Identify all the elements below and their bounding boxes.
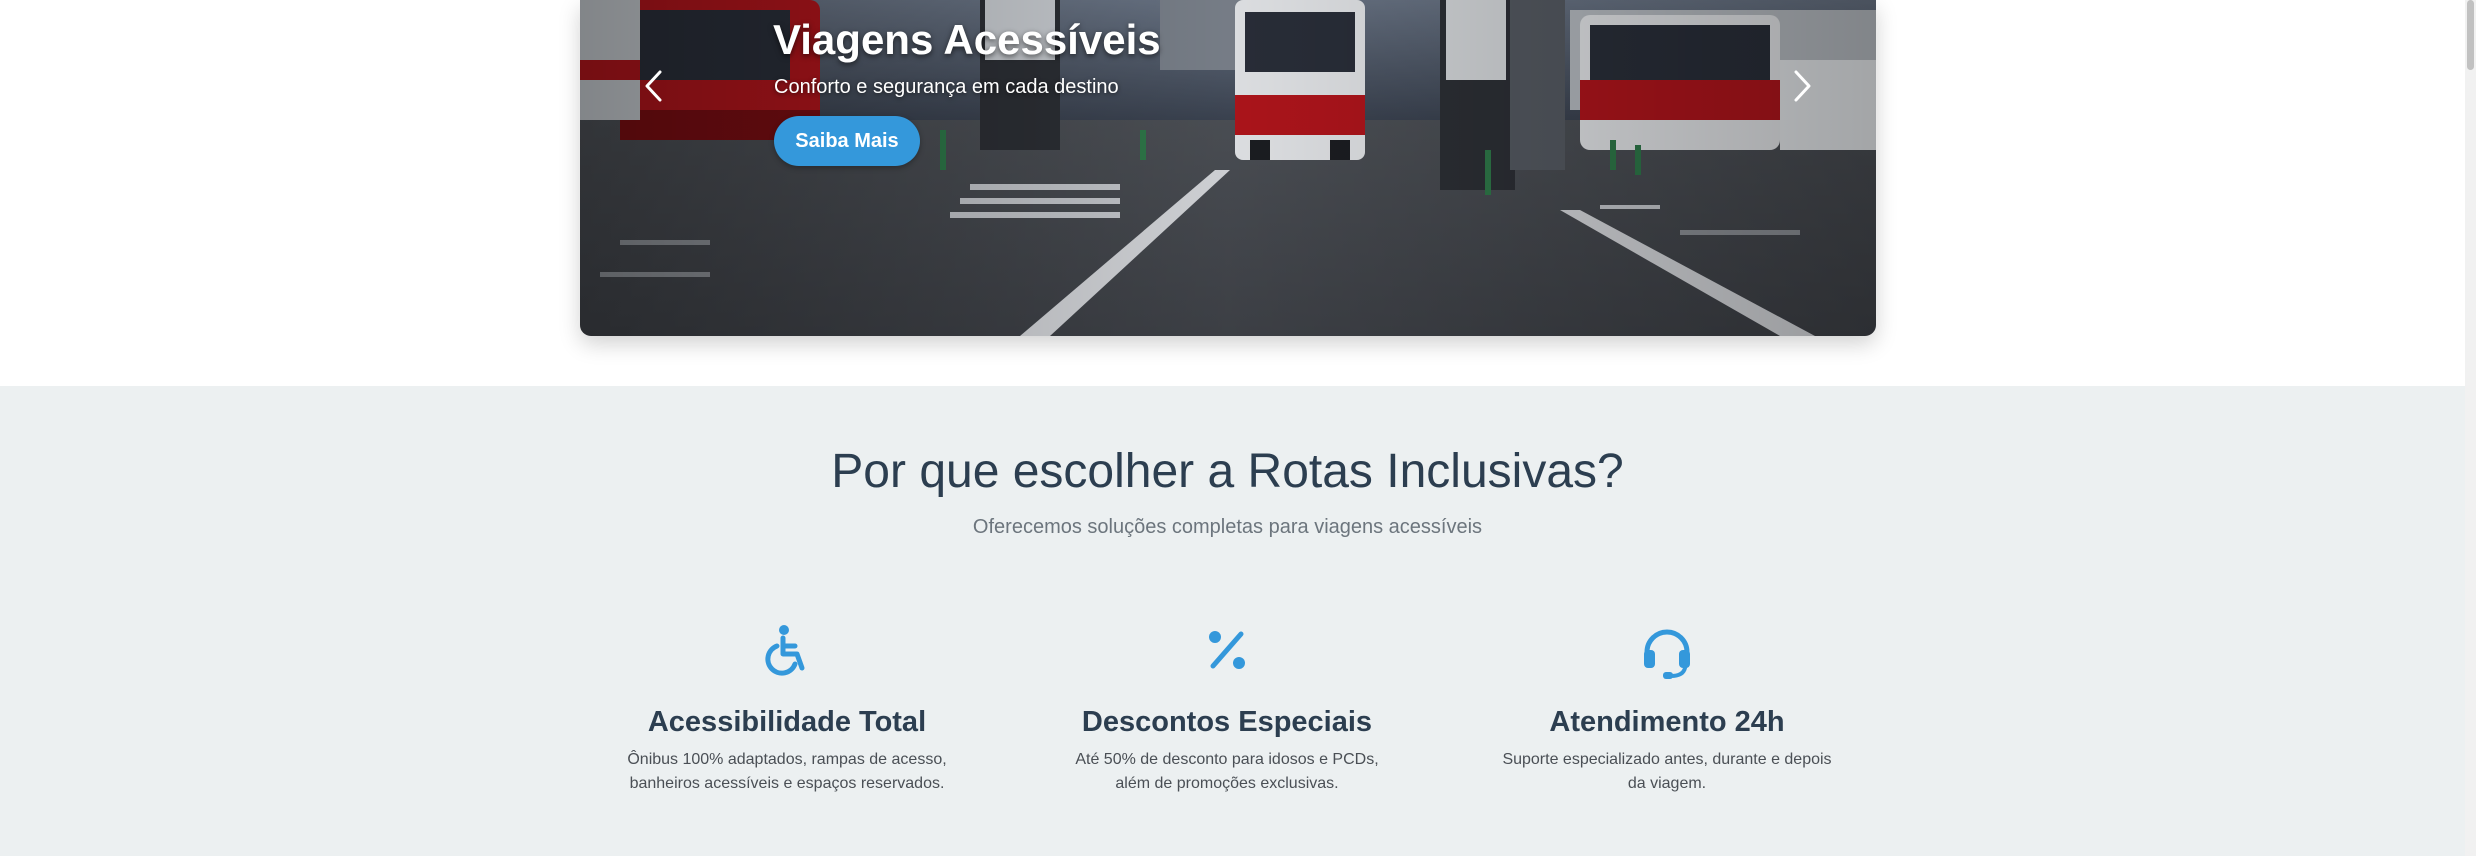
page-scrollbar[interactable] bbox=[2465, 0, 2476, 856]
feature-card-accessibility: Acessibilidade Total Ônibus 100% adaptad… bbox=[587, 620, 987, 796]
chevron-left-icon bbox=[645, 70, 662, 102]
hero-title: Viagens Acessíveis bbox=[773, 16, 1161, 63]
feature-card-support: Atendimento 24h Suporte especializado an… bbox=[1467, 620, 1867, 796]
hero-section: Viagens Acessíveis Conforto e segurança … bbox=[0, 0, 2465, 386]
scrollbar-thumb[interactable] bbox=[2467, 0, 2474, 70]
feature-description: Até 50% de desconto para idosos e PCDs, … bbox=[1075, 751, 1379, 792]
hero-caption: Viagens Acessíveis Conforto e segurança … bbox=[773, 12, 1161, 166]
feature-description: Suporte especializado antes, durante e d… bbox=[1502, 751, 1832, 792]
feature-card-discounts: Descontos Especiais Até 50% de desconto … bbox=[1027, 620, 1427, 796]
headset-icon bbox=[1644, 629, 1690, 679]
features-title: Por que escolher a Rotas Inclusivas? bbox=[831, 445, 1624, 498]
carousel-prev-button[interactable] bbox=[624, 56, 684, 116]
wheelchair-icon bbox=[765, 625, 805, 676]
feature-title: Acessibilidade Total bbox=[647, 706, 927, 738]
feature-title: Descontos Especiais bbox=[1081, 706, 1373, 738]
features-subtitle: Oferecemos soluções completas para viage… bbox=[972, 516, 1483, 538]
hero-carousel: Viagens Acessíveis Conforto e segurança … bbox=[580, 0, 1876, 336]
feature-description: Ônibus 100% adaptados, rampas de acesso,… bbox=[627, 751, 947, 792]
chevron-right-icon bbox=[1794, 70, 1811, 102]
percent-icon bbox=[1209, 631, 1245, 669]
learn-more-button[interactable]: Saiba Mais bbox=[774, 116, 920, 166]
page: Viagens Acessíveis Conforto e segurança … bbox=[0, 0, 2465, 856]
carousel-next-button[interactable] bbox=[1772, 56, 1832, 116]
hero-subtitle: Conforto e segurança em cada destino bbox=[774, 76, 1119, 98]
feature-title: Atendimento 24h bbox=[1549, 706, 1785, 738]
features-section: Por que escolher a Rotas Inclusivas? Ofe… bbox=[0, 386, 2465, 856]
